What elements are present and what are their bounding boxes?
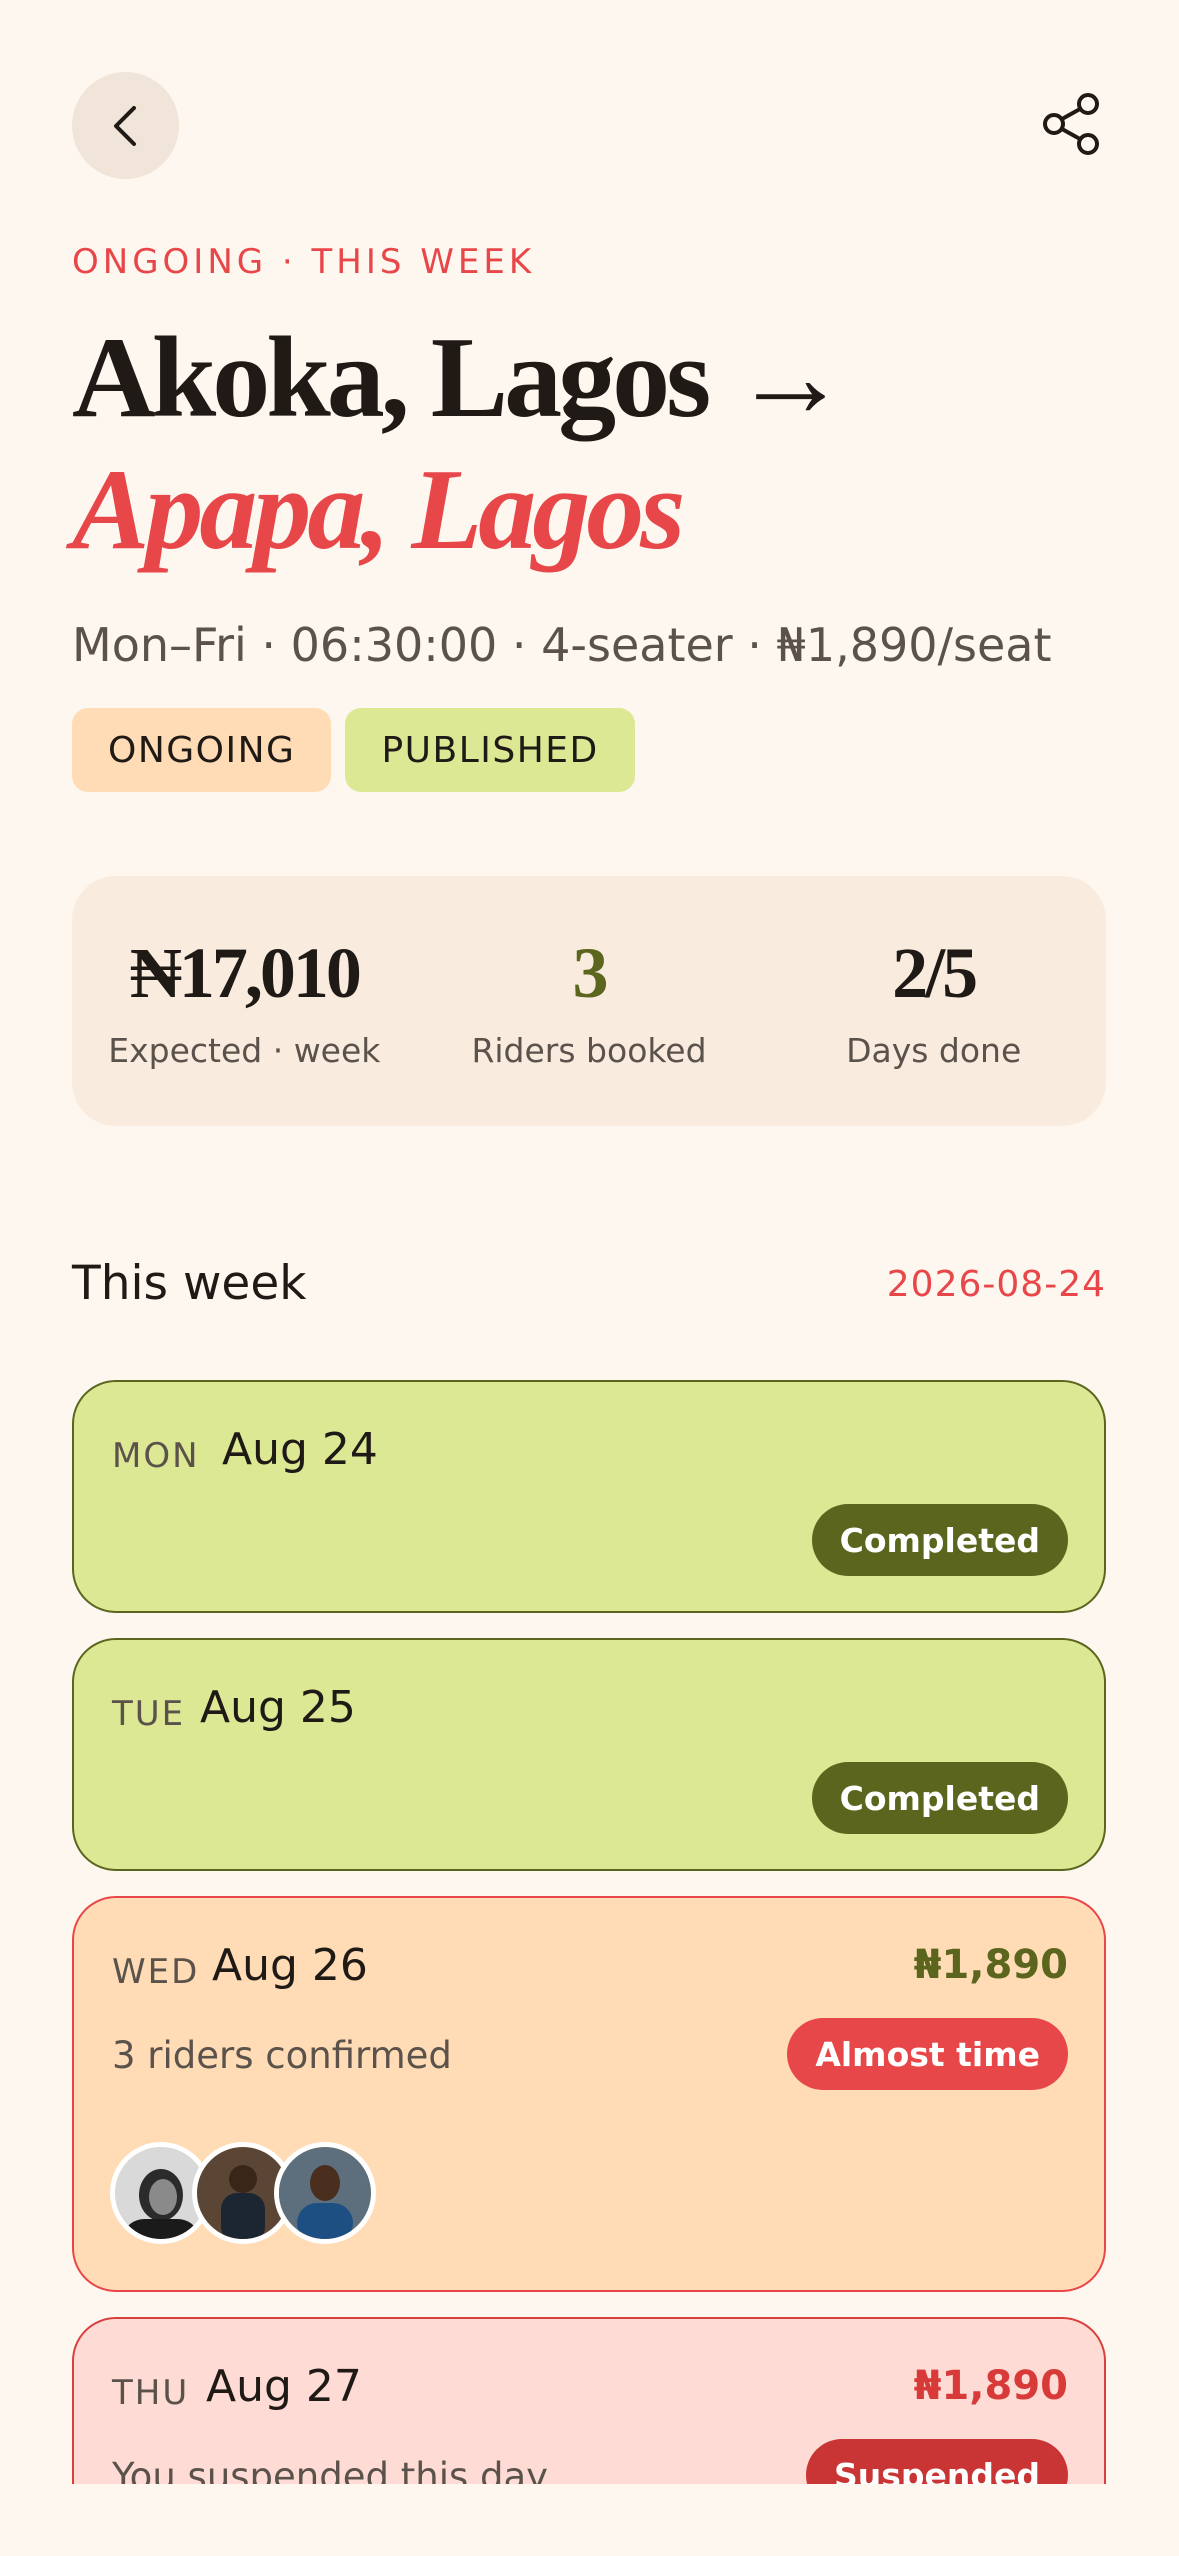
route-origin: Akoka, Lagos → (72, 314, 848, 442)
share-icon (1043, 93, 1099, 155)
day-card-wed[interactable]: WED Aug 26 ₦1,890 3 riders confirmed Alm… (72, 1896, 1106, 2292)
stat-days: 2/5 Days done (761, 876, 1106, 1126)
back-button[interactable] (72, 72, 179, 179)
section-title: This week (72, 1256, 307, 1311)
day-price: ₦1,890 (913, 1942, 1068, 1988)
stat-riders-label: Riders booked (471, 1030, 707, 1070)
status-badge: Completed (811, 1504, 1068, 1576)
avatar[interactable] (274, 2142, 376, 2244)
trip-meta: Mon–Fri · 06:30:00 · 4-seater · ₦1,890/s… (72, 618, 1052, 672)
day-of-week: TUE (112, 1694, 186, 1734)
stat-days-label: Days done (846, 1030, 1022, 1070)
day-date: Aug 26 (212, 1940, 368, 1991)
stat-riders: 3 Riders booked (417, 876, 762, 1126)
day-date: Aug 27 (206, 2361, 362, 2412)
day-card-tue[interactable]: TUE Aug 25 Completed (72, 1638, 1106, 1871)
route-destination: Apapa, Lagos (72, 446, 685, 574)
day-subtitle: 3 riders confirmed (112, 2034, 452, 2077)
status-pills: ONGOING PUBLISHED (72, 708, 635, 792)
day-of-week: MON (112, 1436, 200, 1476)
stat-days-value: 2/5 (892, 932, 978, 1013)
status-badge: Completed (811, 1762, 1068, 1834)
status-badge: Almost time (787, 2018, 1068, 2090)
stat-expected: ₦17,010 Expected · week (72, 876, 417, 1126)
section-date: 2026-08-24 (886, 1264, 1106, 1305)
ongoing-pill: ONGOING (72, 708, 332, 792)
chevron-left-icon (113, 105, 136, 146)
bottom-safe-area (0, 2484, 1179, 2556)
day-price: ₦1,890 (913, 2363, 1068, 2409)
day-date: Aug 24 (222, 1424, 378, 1475)
day-date: Aug 25 (200, 1682, 356, 1733)
day-card-mon[interactable]: MON Aug 24 Completed (72, 1380, 1106, 1613)
stat-riders-value: 3 (572, 932, 609, 1013)
published-pill: PUBLISHED (345, 708, 635, 792)
stat-expected-label: Expected · week (108, 1030, 381, 1070)
rider-avatars (110, 2142, 376, 2244)
stat-expected-value: ₦17,010 (129, 932, 362, 1013)
day-of-week: THU (112, 2373, 190, 2413)
ride-detail-screen: ONGOING · THIS WEEK Akoka, Lagos → Apapa… (0, 0, 1179, 2556)
share-button[interactable] (1036, 88, 1108, 160)
route-title: Akoka, Lagos → Apapa, Lagos (72, 312, 1122, 576)
status-eyebrow: ONGOING · THIS WEEK (72, 242, 536, 282)
stats-card: ₦17,010 Expected · week 3 Riders booked … (72, 876, 1106, 1126)
day-of-week: WED (112, 1952, 200, 1992)
